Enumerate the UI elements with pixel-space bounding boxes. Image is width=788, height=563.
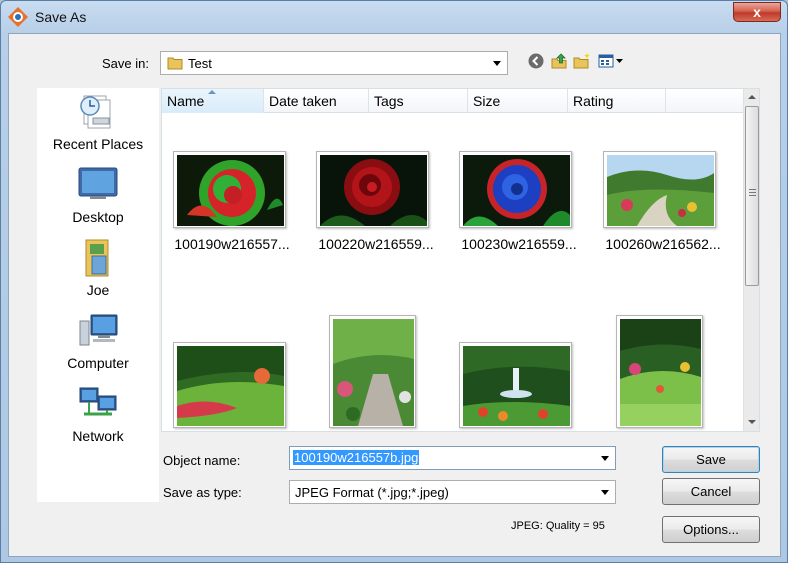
places-bar: Recent Places Desktop Joe Computer Netwo… (37, 88, 159, 502)
scroll-thumb[interactable] (745, 106, 759, 286)
chevron-up-icon (748, 95, 756, 99)
save-in-label: Save in: (102, 56, 149, 71)
scroll-up-button[interactable] (744, 89, 759, 106)
column-date-taken[interactable]: Date taken (264, 89, 369, 113)
place-joe[interactable]: Joe (37, 238, 159, 308)
desktop-icon (76, 165, 120, 205)
file-thumbnail (329, 315, 416, 428)
network-icon (76, 384, 120, 424)
save-in-value: Test (188, 56, 212, 71)
chevron-down-icon (748, 420, 756, 424)
recent-places-icon (76, 92, 120, 132)
options-button[interactable]: Options... (662, 516, 760, 543)
column-size[interactable]: Size (468, 89, 568, 113)
close-button[interactable]: x (733, 2, 781, 22)
folder-icon (167, 56, 183, 70)
object-name-label: Object name: (163, 453, 241, 468)
file-tile[interactable]: 100190w216557... (162, 151, 302, 269)
place-label: Recent Places (52, 136, 144, 152)
file-list[interactable]: Name Date taken Tags Size Rating 100190w… (161, 88, 760, 432)
back-icon[interactable] (527, 52, 545, 70)
file-name: 100230w216559... (461, 236, 577, 252)
column-name[interactable]: Name (162, 89, 264, 113)
file-name: 100220w216559... (318, 236, 434, 252)
file-tile[interactable]: 100220w216559... (306, 151, 446, 269)
user-folder-icon (76, 238, 120, 278)
save-in-combo[interactable]: Test (160, 51, 508, 75)
quality-text: JPEG: Quality = 95 (511, 520, 605, 532)
file-thumbnail (616, 315, 703, 428)
cancel-button[interactable]: Cancel (662, 478, 760, 505)
save-as-type-select[interactable]: JPEG Format (*.jpg;*.jpeg) (289, 480, 616, 504)
save-as-type-value: JPEG Format (*.jpg;*.jpeg) (295, 485, 449, 500)
file-thumbnail (173, 342, 286, 428)
save-as-type-label: Save as type: (163, 485, 242, 500)
column-rating[interactable]: Rating (568, 89, 666, 113)
object-name-input[interactable]: 100190w216557b.jpg (289, 446, 616, 470)
dialog-body: Save in: Test Recent Places Desktop Joe … (8, 33, 781, 557)
file-name: 100260w216562... (605, 236, 721, 252)
object-name-value: 100190w216557b.jpg (293, 450, 420, 465)
file-thumbnail (173, 151, 286, 228)
close-icon: x (753, 4, 761, 20)
scroll-down-button[interactable] (744, 414, 759, 431)
place-label: Joe (86, 282, 110, 298)
file-tile[interactable] (306, 315, 446, 431)
place-desktop[interactable]: Desktop (37, 165, 159, 235)
place-recent-places[interactable]: Recent Places (37, 92, 159, 162)
title-bar[interactable]: Save As x (1, 1, 787, 33)
window-title: Save As (35, 9, 87, 25)
chevron-down-icon[interactable] (493, 61, 501, 66)
file-thumbnail (603, 151, 716, 228)
file-name: 100190w216557... (174, 236, 290, 252)
save-button[interactable]: Save (662, 446, 760, 473)
file-tile[interactable]: 100230w216559... (449, 151, 589, 269)
chevron-down-icon[interactable] (601, 456, 609, 461)
sort-up-icon (208, 90, 216, 94)
up-folder-icon[interactable] (550, 52, 568, 70)
file-tile[interactable]: 100260w216562... (593, 151, 733, 269)
file-thumbnail (459, 342, 572, 428)
place-label: Computer (67, 355, 129, 371)
place-network[interactable]: Network (37, 384, 159, 454)
file-tile[interactable] (449, 315, 589, 431)
place-label: Desktop (72, 209, 124, 225)
computer-icon (76, 311, 120, 351)
view-menu-icon[interactable] (598, 52, 626, 70)
chevron-down-icon[interactable] (601, 490, 609, 495)
vertical-scrollbar[interactable] (743, 89, 759, 431)
app-icon (7, 6, 29, 28)
save-as-dialog: Save As x Save in: Test Recent Places De… (0, 0, 788, 563)
file-thumbnail (459, 151, 572, 228)
file-tile[interactable] (593, 315, 733, 431)
place-computer[interactable]: Computer (37, 311, 159, 381)
column-header: Name Date taken Tags Size Rating (162, 89, 743, 113)
column-tags[interactable]: Tags (369, 89, 468, 113)
file-thumbnail (316, 151, 429, 228)
place-label: Network (72, 428, 124, 444)
file-tile[interactable] (162, 315, 302, 431)
new-folder-icon[interactable] (573, 52, 591, 70)
